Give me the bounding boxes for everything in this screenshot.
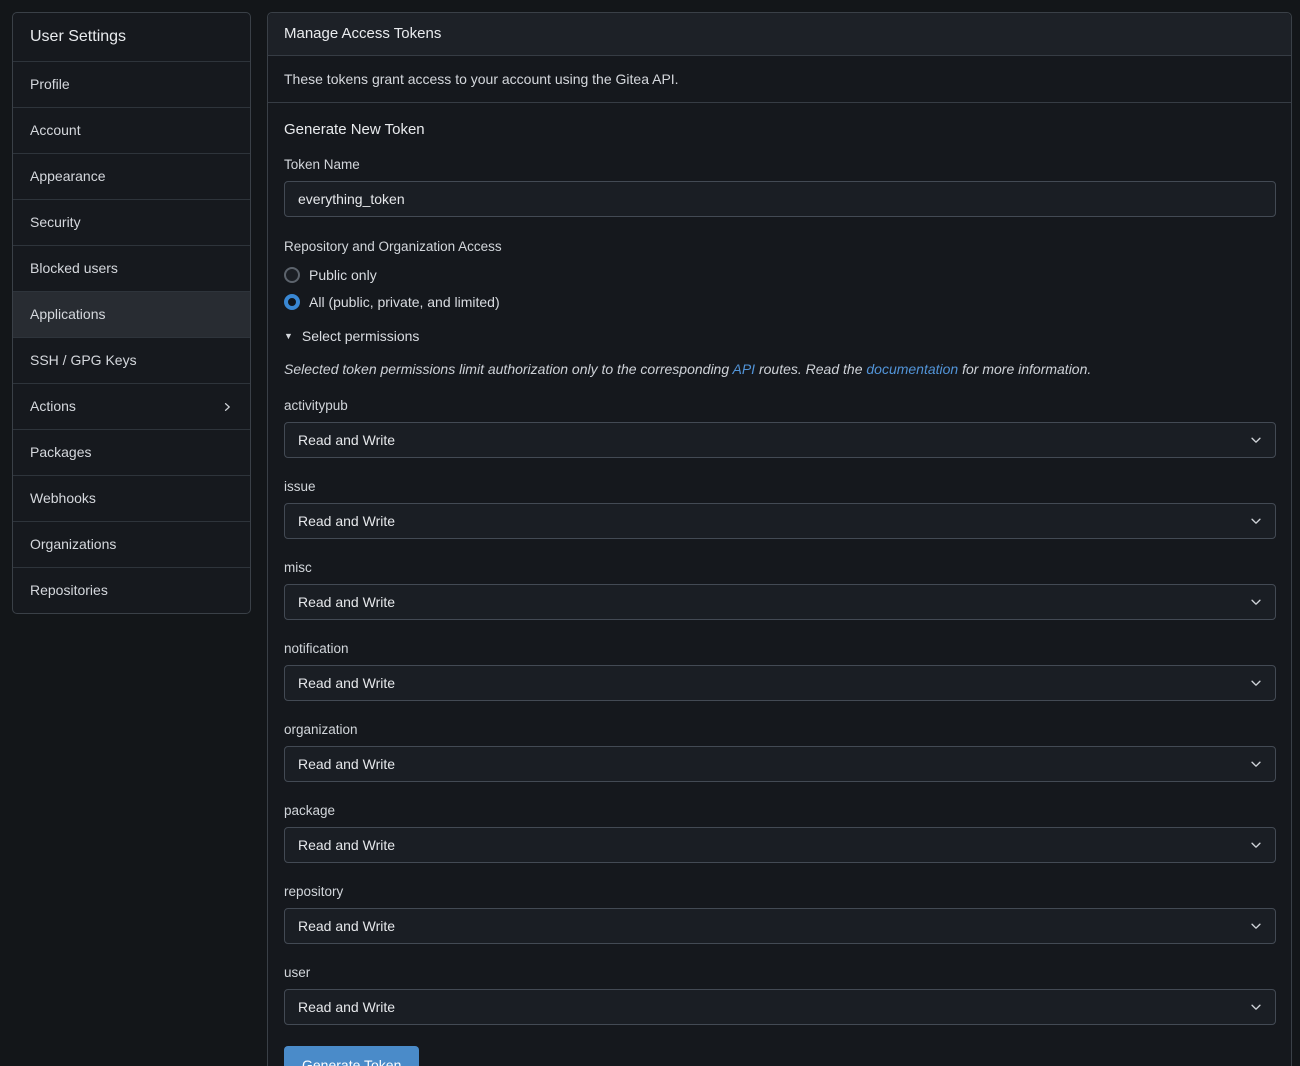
scope-group-issue: issue Read and Write xyxy=(284,479,1276,539)
chevron-right-icon xyxy=(221,401,233,413)
documentation-link[interactable]: documentation xyxy=(866,361,958,377)
triangle-down-icon: ▼ xyxy=(284,331,293,341)
sidebar-item-appearance[interactable]: Appearance xyxy=(13,153,250,199)
chevron-down-icon xyxy=(1249,676,1263,690)
chevron-down-icon xyxy=(1249,757,1263,771)
sidebar-item-packages[interactable]: Packages xyxy=(13,429,250,475)
radio-all[interactable]: All (public, private, and limited) xyxy=(284,292,1276,312)
settings-sidebar: User Settings Profile Account Appearance… xyxy=(12,12,251,614)
radio-unselected-icon xyxy=(284,267,300,283)
chevron-down-icon xyxy=(1249,919,1263,933)
scope-group-notification: notification Read and Write xyxy=(284,641,1276,701)
sidebar-item-profile[interactable]: Profile xyxy=(13,61,250,107)
scope-select-repository[interactable]: Read and Write xyxy=(284,908,1276,944)
sidebar-item-webhooks[interactable]: Webhooks xyxy=(13,475,250,521)
scope-group-repository: repository Read and Write xyxy=(284,884,1276,944)
permissions-note: Selected token permissions limit authori… xyxy=(284,361,1276,378)
sidebar-item-security[interactable]: Security xyxy=(13,199,250,245)
scope-select-user[interactable]: Read and Write xyxy=(284,989,1276,1025)
sidebar-item-account[interactable]: Account xyxy=(13,107,250,153)
panel-title: Manage Access Tokens xyxy=(268,13,1291,56)
token-name-label: Token Name xyxy=(284,157,1276,173)
sidebar-item-blocked-users[interactable]: Blocked users xyxy=(13,245,250,291)
scope-label-issue: issue xyxy=(284,479,1276,495)
scope-select-package[interactable]: Read and Write xyxy=(284,827,1276,863)
scope-label-organization: organization xyxy=(284,722,1276,738)
sidebar-item-actions[interactable]: Actions xyxy=(13,383,250,429)
scope-select-issue[interactable]: Read and Write xyxy=(284,503,1276,539)
page: User Settings Profile Account Appearance… xyxy=(0,0,1300,1066)
panel-description: These tokens grant access to your accoun… xyxy=(268,56,1291,103)
scope-group-misc: misc Read and Write xyxy=(284,560,1276,620)
scope-label-misc: misc xyxy=(284,560,1276,576)
select-permissions-toggle[interactable]: ▼ Select permissions xyxy=(284,328,1276,344)
scope-group-package: package Read and Write xyxy=(284,803,1276,863)
chevron-down-icon xyxy=(1249,595,1263,609)
chevron-down-icon xyxy=(1249,514,1263,528)
scope-group-user: user Read and Write xyxy=(284,965,1276,1025)
api-link[interactable]: API xyxy=(733,361,756,377)
scope-select-activitypub[interactable]: Read and Write xyxy=(284,422,1276,458)
select-permissions-label: Select permissions xyxy=(302,328,420,344)
sidebar-item-organizations[interactable]: Organizations xyxy=(13,521,250,567)
scope-select-misc[interactable]: Read and Write xyxy=(284,584,1276,620)
scope-label-package: package xyxy=(284,803,1276,819)
scope-select-notification[interactable]: Read and Write xyxy=(284,665,1276,701)
scope-group-activitypub: activitypub Read and Write xyxy=(284,398,1276,458)
scope-label-user: user xyxy=(284,965,1276,981)
manage-access-tokens-panel: Manage Access Tokens These tokens grant … xyxy=(267,12,1292,1066)
sidebar-title: User Settings xyxy=(13,13,250,61)
scope-group-organization: organization Read and Write xyxy=(284,722,1276,782)
scope-label-repository: repository xyxy=(284,884,1276,900)
chevron-down-icon xyxy=(1249,433,1263,447)
scope-label-activitypub: activitypub xyxy=(284,398,1276,414)
radio-all-label: All (public, private, and limited) xyxy=(309,294,500,310)
radio-public-only-label: Public only xyxy=(309,267,377,283)
chevron-down-icon xyxy=(1249,1000,1263,1014)
scope-select-organization[interactable]: Read and Write xyxy=(284,746,1276,782)
access-label: Repository and Organization Access xyxy=(284,239,1276,255)
chevron-down-icon xyxy=(1249,838,1263,852)
token-name-input[interactable] xyxy=(284,181,1276,217)
form-heading: Generate New Token xyxy=(284,121,1276,139)
sidebar-item-applications[interactable]: Applications xyxy=(13,291,250,337)
access-radio-group: Repository and Organization Access Publi… xyxy=(284,239,1276,312)
sidebar-item-ssh-gpg-keys[interactable]: SSH / GPG Keys xyxy=(13,337,250,383)
generate-token-button[interactable]: Generate Token xyxy=(284,1046,419,1066)
scope-label-notification: notification xyxy=(284,641,1276,657)
radio-public-only[interactable]: Public only xyxy=(284,265,1276,285)
generate-token-form: Generate New Token Token Name Repository… xyxy=(268,103,1291,1066)
radio-selected-icon xyxy=(284,294,300,310)
sidebar-item-repositories[interactable]: Repositories xyxy=(13,567,250,613)
